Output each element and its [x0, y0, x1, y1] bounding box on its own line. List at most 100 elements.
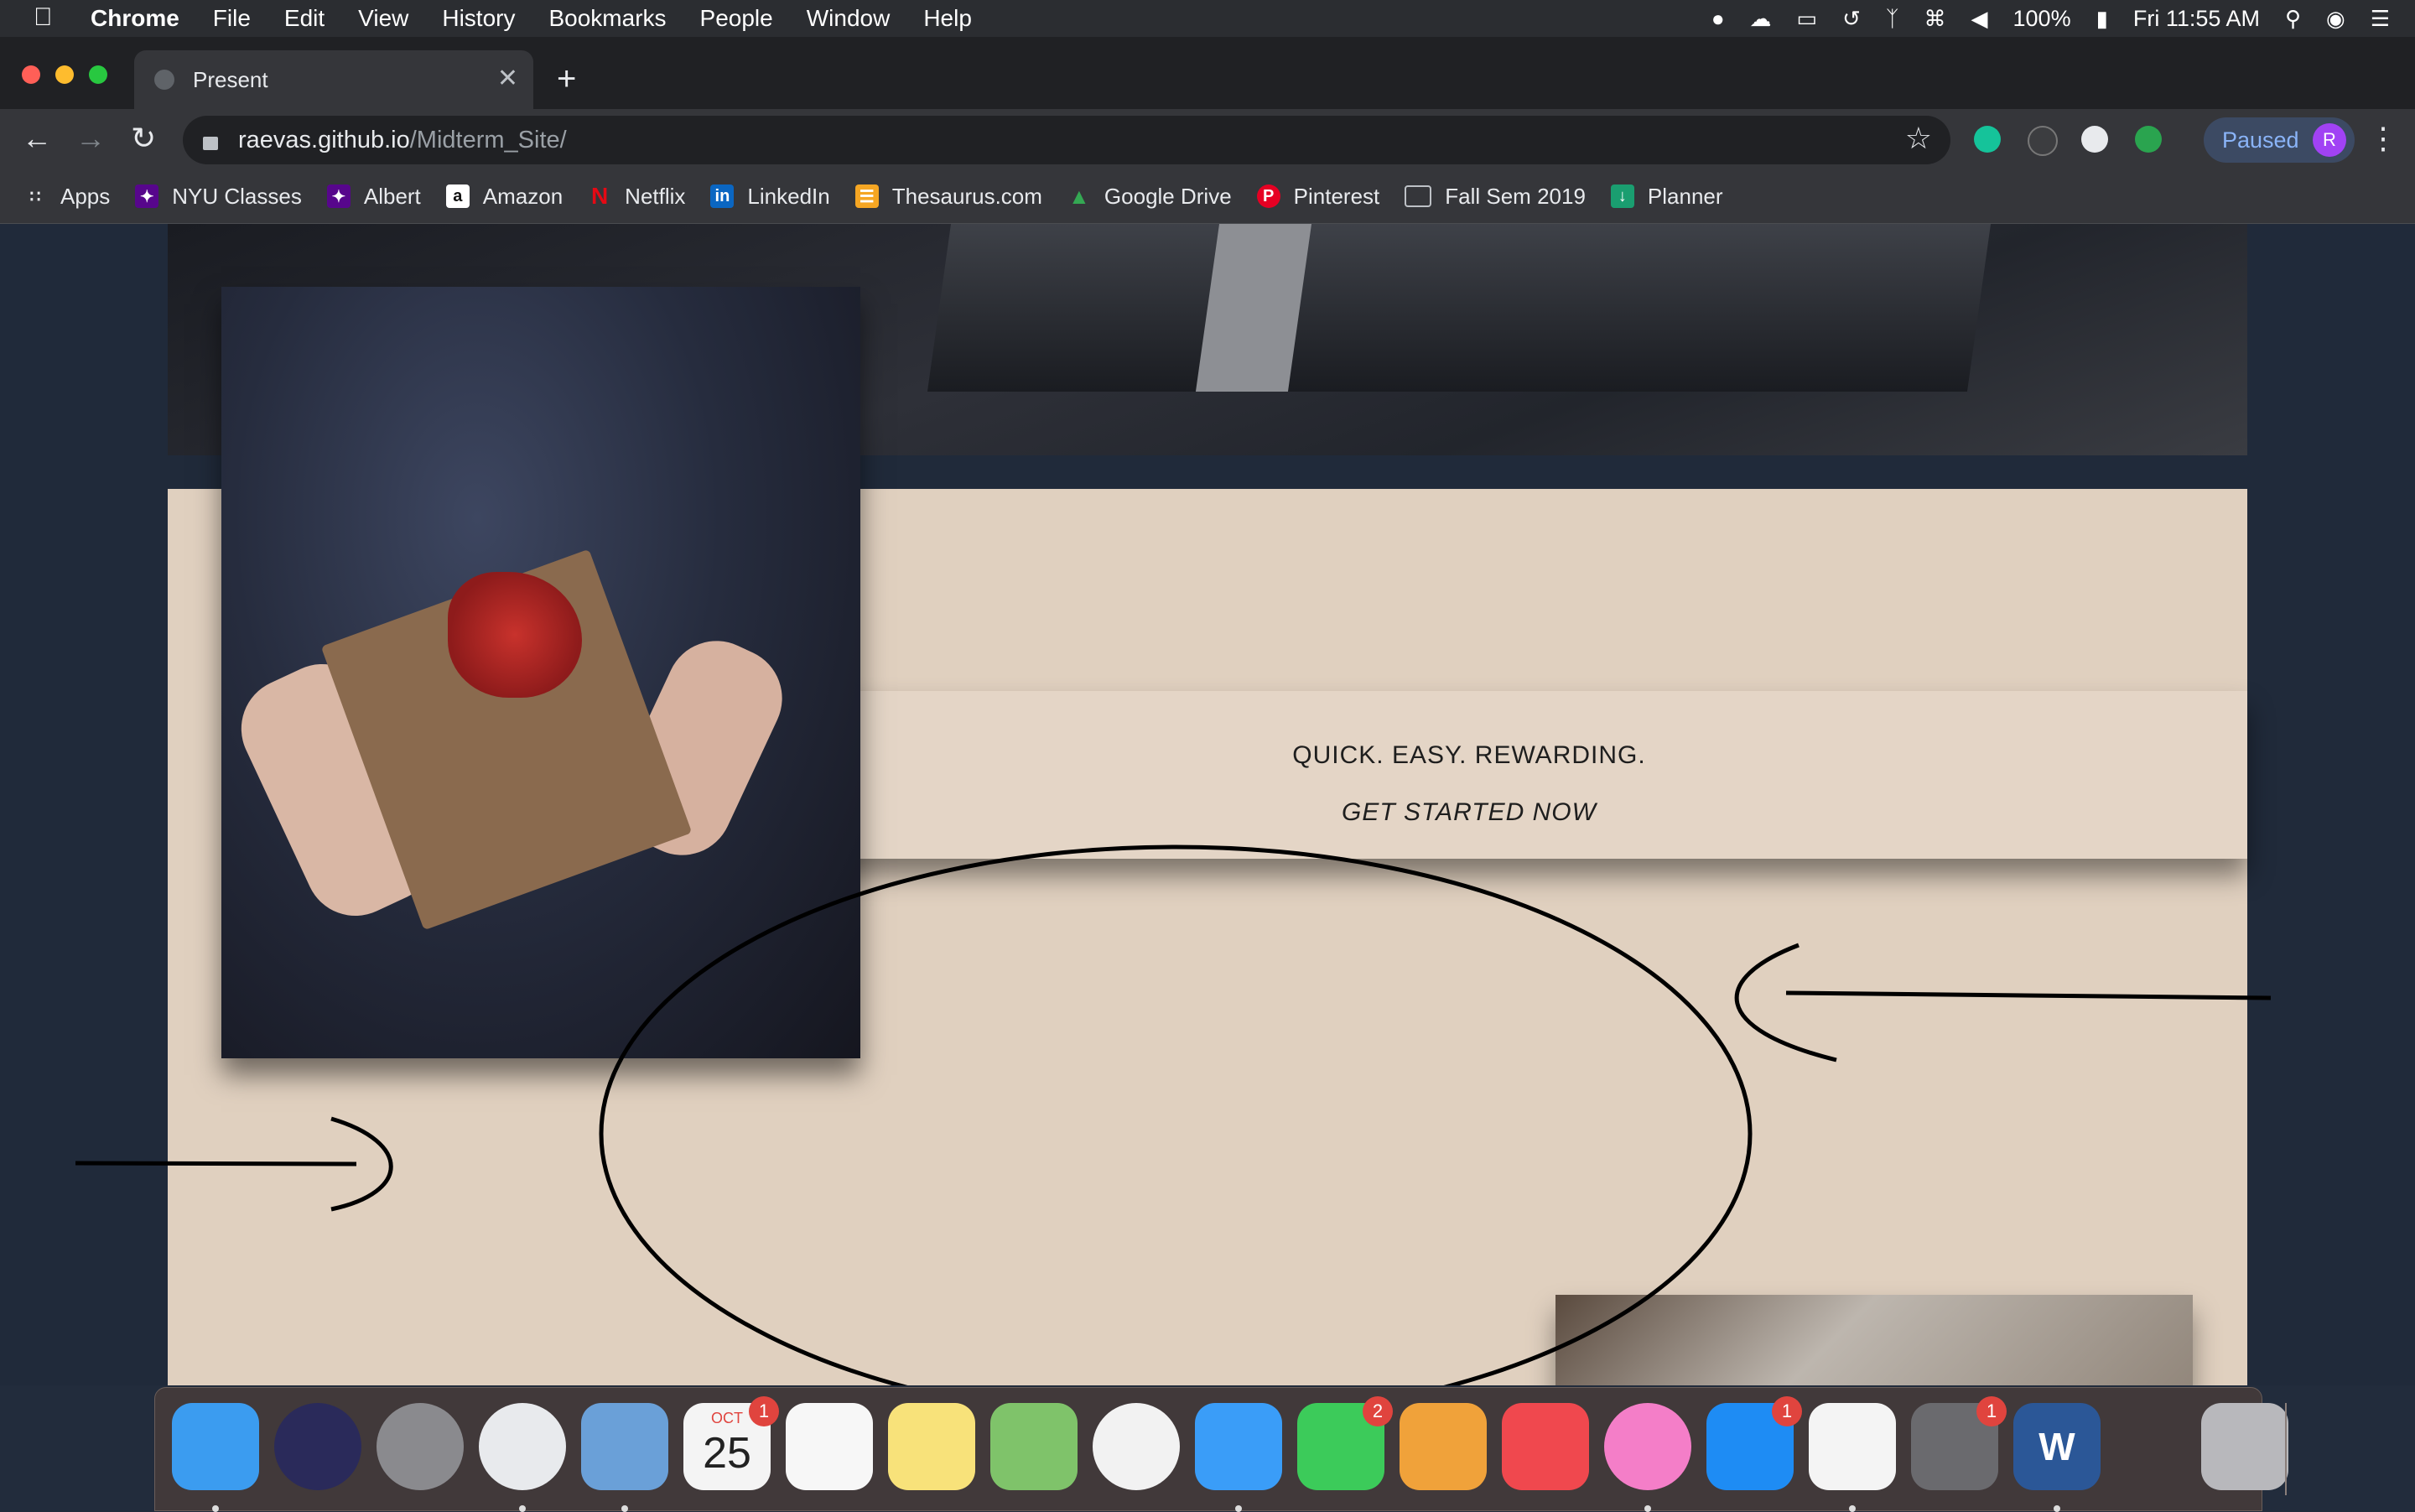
- menu-history[interactable]: History: [442, 5, 515, 32]
- dock-calendar-icon[interactable]: OCT 25 1: [683, 1396, 779, 1490]
- nyu-torch-icon: ✦: [326, 184, 351, 208]
- folder-icon: [1405, 185, 1432, 207]
- app-menus: Chrome File Edit View History Bookmarks …: [91, 0, 1005, 37]
- address-bar[interactable]: raevas.github.io/Midterm_Site/ ☆: [183, 116, 1950, 164]
- globe-icon: [154, 70, 174, 90]
- bookmark-pinterest[interactable]: P Pinterest: [1256, 183, 1380, 210]
- volume-icon[interactable]: ◀: [1971, 6, 1988, 32]
- menu-bookmarks[interactable]: Bookmarks: [548, 5, 666, 32]
- dock-messages-icon[interactable]: [1195, 1403, 1282, 1512]
- dock-word-icon[interactable]: W: [2013, 1403, 2101, 1512]
- dock-reminders-icon[interactable]: [786, 1403, 873, 1490]
- back-arrow-icon[interactable]: ←: [22, 121, 52, 156]
- zoom-window-button[interactable]: [89, 65, 107, 84]
- menu-window[interactable]: Window: [807, 5, 891, 32]
- dock-notes-icon[interactable]: [888, 1403, 975, 1490]
- menu-help[interactable]: Help: [923, 5, 972, 32]
- bookmark-label: Apps: [60, 183, 111, 209]
- dock-news-icon[interactable]: [1502, 1403, 1589, 1490]
- grammarly-extension-icon[interactable]: [1974, 126, 2001, 153]
- pinterest-icon: P: [1256, 184, 1280, 208]
- netflix-icon: N: [591, 183, 609, 209]
- airplay-icon[interactable]: ▭: [1797, 6, 1818, 32]
- status-area: ● ☁ ▭ ↺ ᛉ ⌘ ◀ 100% ▮ Fri 11:55 AM ⚲ ◉ ☰: [1686, 0, 2390, 37]
- menu-file[interactable]: File: [213, 5, 251, 32]
- dock-photos-icon[interactable]: [1093, 1403, 1180, 1490]
- bookmark-label: Pinterest: [1293, 183, 1380, 209]
- reload-icon[interactable]: ↻: [131, 121, 156, 156]
- dock-finder-icon[interactable]: [172, 1403, 259, 1512]
- profile-paused-button[interactable]: Paused R: [2204, 117, 2355, 163]
- bookmark-google-drive[interactable]: ▲ Google Drive: [1067, 184, 1232, 210]
- bookmark-netflix[interactable]: N Netflix: [588, 183, 686, 210]
- dock-maps-icon[interactable]: [990, 1403, 1078, 1490]
- bookmark-linkedin[interactable]: in LinkedIn: [710, 183, 830, 210]
- minimize-window-button[interactable]: [55, 65, 74, 84]
- close-window-button[interactable]: [22, 65, 40, 84]
- creative-cloud-icon[interactable]: ☁: [1750, 6, 1772, 32]
- bookmark-folder-fall-sem-2019[interactable]: Fall Sem 2019: [1405, 184, 1586, 210]
- new-tab-icon[interactable]: +: [557, 60, 576, 98]
- time-machine-icon[interactable]: ↺: [1842, 6, 1861, 32]
- bookmark-planner[interactable]: ↓ Planner: [1610, 184, 1723, 210]
- dock-launchpad-icon[interactable]: [377, 1403, 464, 1490]
- green-extension-icon[interactable]: [2135, 126, 2162, 153]
- get-started-link[interactable]: GET STARTED NOW: [691, 798, 2247, 827]
- dock-chrome-icon[interactable]: [479, 1403, 566, 1512]
- battery-percent[interactable]: 100%: [2013, 6, 2071, 32]
- battery-icon[interactable]: ▮: [2096, 6, 2108, 32]
- tab-title: Present: [193, 66, 268, 92]
- dock: OCT 25 1 2 1 1 W: [154, 1387, 2288, 1512]
- dock-system-preferences-icon[interactable]: 1: [1911, 1396, 2007, 1490]
- secondary-photo: [1555, 1295, 2193, 1385]
- cta-banner: QUICK. EASY. REWARDING. GET STARTED NOW: [691, 691, 2247, 859]
- dock-siri-icon[interactable]: [274, 1403, 361, 1490]
- json-extension-icon[interactable]: [2028, 126, 2058, 156]
- menu-app-name[interactable]: Chrome: [91, 5, 179, 32]
- wifi-icon[interactable]: ⌘: [1924, 6, 1946, 32]
- dock-facetime-icon[interactable]: 2: [1297, 1396, 1393, 1490]
- linkedin-icon: in: [710, 184, 735, 208]
- tab-present[interactable]: Present ✕: [134, 50, 533, 109]
- bookmark-label: Netflix: [625, 183, 686, 209]
- bookmark-apps[interactable]: ∷ Apps: [23, 183, 111, 210]
- dock-pages-icon[interactable]: [1400, 1403, 1487, 1490]
- extension-icon[interactable]: [2081, 126, 2108, 153]
- menu-edit[interactable]: Edit: [284, 5, 325, 32]
- bookmark-label: Google Drive: [1104, 183, 1232, 209]
- running-indicator: [519, 1505, 526, 1512]
- siri-icon[interactable]: ◉: [2326, 6, 2345, 32]
- chrome-menu-icon[interactable]: ⋮: [2368, 121, 2398, 156]
- bookmark-label: LinkedIn: [747, 183, 830, 209]
- spotlight-search-icon[interactable]: ⚲: [2285, 6, 2301, 32]
- menu-view[interactable]: View: [358, 5, 408, 32]
- tab-strip: Present ✕ +: [0, 37, 2415, 109]
- apple-menu-icon[interactable]: : [34, 3, 53, 32]
- status-dot-icon[interactable]: ●: [1711, 6, 1725, 32]
- dock-app-store-icon[interactable]: 1: [1706, 1396, 1802, 1490]
- close-tab-icon[interactable]: ✕: [497, 64, 518, 93]
- bookmark-label: Albert: [363, 183, 421, 209]
- dock-itunes-icon[interactable]: [1604, 1403, 1691, 1512]
- bookmark-amazon[interactable]: a Amazon: [445, 184, 563, 210]
- notification-badge: 1: [1772, 1396, 1802, 1426]
- lock-icon[interactable]: [203, 137, 218, 150]
- toolbar: ← → ↻ raevas.github.io/Midterm_Site/ ☆ P…: [0, 109, 2415, 169]
- clock[interactable]: Fri 11:55 AM: [2133, 6, 2260, 32]
- menu-people[interactable]: People: [700, 5, 773, 32]
- bookmark-albert[interactable]: ✦ Albert: [326, 183, 421, 210]
- avatar: R: [2313, 123, 2346, 157]
- bookmark-thesaurus[interactable]: ☰ Thesaurus.com: [854, 184, 1042, 210]
- dock-trash-icon[interactable]: [2201, 1403, 2288, 1490]
- dock-slack-icon[interactable]: [1809, 1403, 1896, 1512]
- calendar-day: 25: [703, 1429, 751, 1478]
- bookmark-star-icon[interactable]: ☆: [1905, 121, 1932, 156]
- url-text[interactable]: raevas.github.io/Midterm_Site/: [238, 127, 567, 154]
- forward-arrow-icon[interactable]: →: [75, 121, 106, 156]
- dock-mail-icon[interactable]: [581, 1403, 668, 1512]
- url-host: raevas.github.io: [238, 126, 410, 153]
- running-indicator: [621, 1505, 628, 1512]
- bluetooth-icon[interactable]: ᛉ: [1886, 6, 1899, 32]
- bookmark-nyu-classes[interactable]: ✦ NYU Classes: [135, 184, 302, 210]
- notification-center-icon[interactable]: ☰: [2371, 6, 2390, 32]
